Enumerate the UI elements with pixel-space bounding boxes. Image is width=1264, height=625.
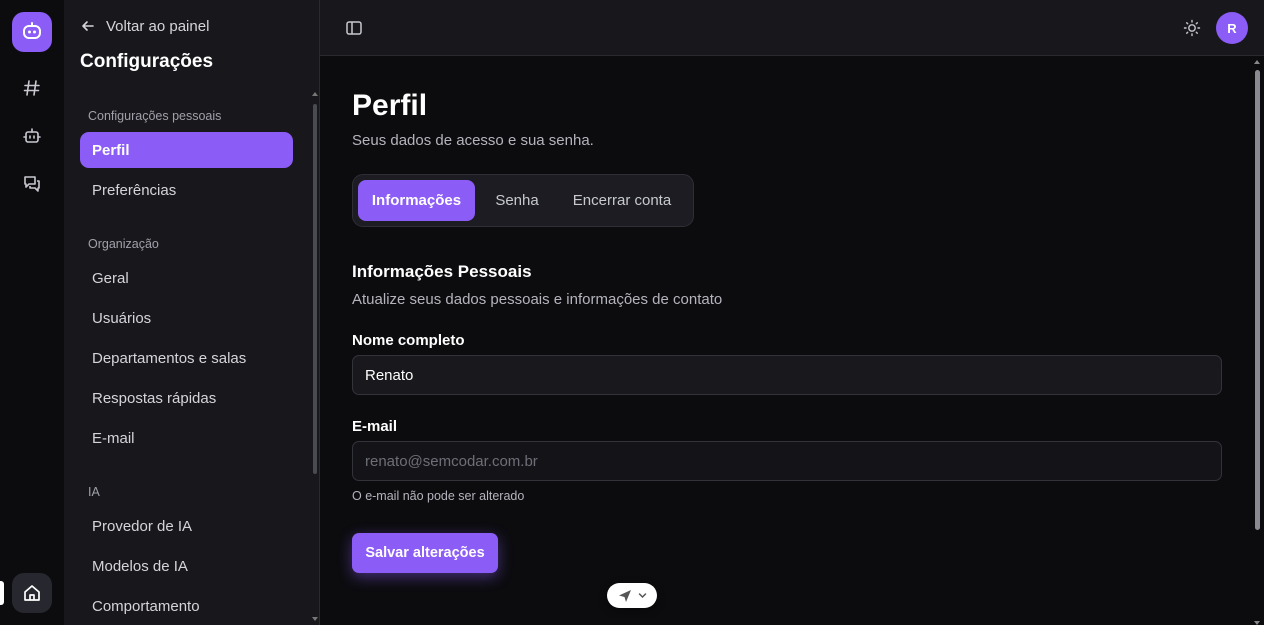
nav-group-label: Configurações pessoais <box>88 109 222 123</box>
nav-group-ai: IA Provedor de IA Modelos de IA Comporta… <box>80 476 293 624</box>
main-content: Perfil Seus dados de acesso e sua senha.… <box>320 56 1264 625</box>
hash-icon[interactable] <box>20 76 44 100</box>
sidebar-toggle-icon[interactable] <box>344 18 364 38</box>
nav-group-label: Organização <box>88 237 159 251</box>
save-changes-button[interactable]: Salvar alterações <box>352 533 498 573</box>
scroll-up-arrow-icon[interactable] <box>312 92 318 96</box>
sidebar-item-comportamento[interactable]: Comportamento <box>80 588 293 624</box>
chat-bubbles-icon[interactable] <box>20 172 44 196</box>
main-scrollbar[interactable] <box>1254 60 1262 625</box>
bot-icon[interactable] <box>20 124 44 148</box>
icon-rail <box>0 0 64 625</box>
active-indicator <box>0 581 4 605</box>
settings-nav: Configurações pessoais Perfil Preferênci… <box>80 100 293 625</box>
sidebar-item-email[interactable]: E-mail <box>80 420 293 456</box>
section-title: Informações Pessoais <box>352 262 532 281</box>
tab-senha[interactable]: Senha <box>477 180 557 221</box>
sidebar-item-respostas-rapidas[interactable]: Respostas rápidas <box>80 380 293 416</box>
back-link-label: Voltar ao painel <box>106 17 210 35</box>
email-hint: O e-mail não pode ser alterado <box>352 489 525 503</box>
scroll-down-arrow-icon[interactable] <box>312 617 318 621</box>
sidebar-scrollbar[interactable] <box>311 92 319 625</box>
nav-group-personal: Configurações pessoais Perfil Preferênci… <box>80 100 293 208</box>
sidebar-item-perfil[interactable]: Perfil <box>80 132 293 168</box>
bot-logo-icon[interactable] <box>12 12 52 52</box>
sidebar-item-departamentos[interactable]: Departamentos e salas <box>80 340 293 376</box>
send-icon <box>618 589 631 602</box>
sidebar-item-provedor-ia[interactable]: Provedor de IA <box>80 508 293 544</box>
section-subtitle: Atualize seus dados pessoais e informaçõ… <box>352 291 723 308</box>
sidebar-title: Configurações <box>80 51 214 72</box>
floating-send-menu[interactable] <box>607 583 657 608</box>
full-name-input[interactable] <box>352 355 1222 395</box>
home-icon[interactable] <box>12 573 52 613</box>
sidebar-scroll-thumb[interactable] <box>313 104 317 474</box>
top-header: R <box>320 0 1264 56</box>
email-field-label: E-mail <box>352 418 398 435</box>
main-scroll-thumb[interactable] <box>1255 70 1260 530</box>
sidebar-item-usuarios[interactable]: Usuários <box>80 300 293 336</box>
nav-group-label: IA <box>88 485 100 499</box>
tab-encerrar-conta[interactable]: Encerrar conta <box>559 180 685 221</box>
sidebar-item-preferencias[interactable]: Preferências <box>80 172 293 208</box>
sidebar-item-modelos-ia[interactable]: Modelos de IA <box>80 548 293 584</box>
sidebar-item-geral[interactable]: Geral <box>80 260 293 296</box>
page-title: Perfil <box>352 89 428 122</box>
settings-sidebar: Voltar ao painel Configurações Configura… <box>64 0 320 625</box>
scroll-down-arrow-icon[interactable] <box>1254 621 1260 625</box>
arrow-left-icon <box>82 21 94 31</box>
user-avatar[interactable]: R <box>1216 12 1248 44</box>
chevron-down-icon <box>638 593 646 599</box>
scroll-up-arrow-icon[interactable] <box>1254 60 1260 64</box>
sun-icon[interactable] <box>1182 18 1202 38</box>
page-subtitle: Seus dados de acesso e sua senha. <box>352 132 594 149</box>
back-to-dashboard-link[interactable]: Voltar ao painel <box>80 16 209 36</box>
email-input[interactable] <box>352 441 1222 481</box>
profile-tabs: Informações Senha Encerrar conta <box>352 174 694 227</box>
tab-informacoes[interactable]: Informações <box>358 180 475 221</box>
name-field-label: Nome completo <box>352 332 465 349</box>
nav-group-organization: Organização Geral Usuários Departamentos… <box>80 228 293 456</box>
